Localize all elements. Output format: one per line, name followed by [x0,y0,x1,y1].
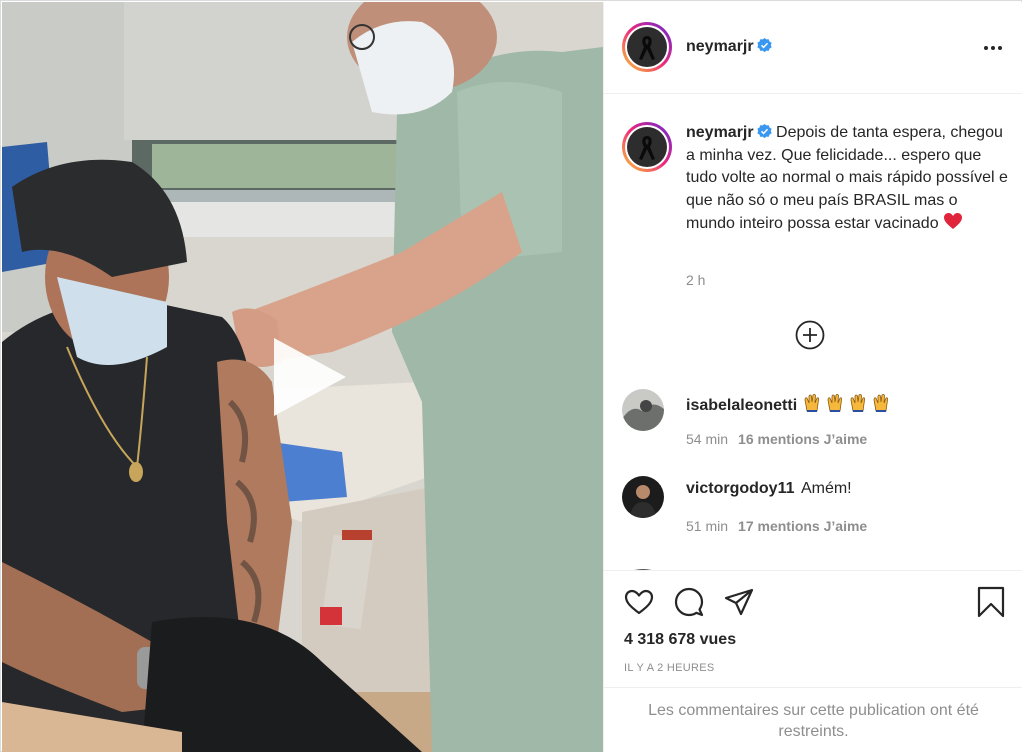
black-ribbon-icon [639,36,655,60]
comment-body: victorgodoy11 Amém! [686,480,1006,498]
play-icon[interactable] [264,332,354,422]
comments-list[interactable]: neymarjr Depois de tanta espera, chegou … [604,94,1022,570]
avatar-photo [622,476,664,518]
heart-icon[interactable] [622,585,656,619]
comment-emojis [804,393,896,414]
author-username-link[interactable]: neymarjr [686,38,772,56]
username[interactable]: neymarjr [686,38,754,55]
post-header: neymarjr [604,2,1022,94]
red-heart-emoji-icon [944,213,963,229]
verified-badge-icon [756,124,772,139]
comments-restricted-notice: Les commentaires sur cette publication o… [604,687,1022,752]
comment-text: Amém! [800,480,852,497]
caption-time[interactable]: 2 h [686,272,705,288]
comment-time[interactable]: 51 min [686,518,728,534]
post-timestamp[interactable]: IL Y A 2 HEURES [624,662,715,674]
comment-icon[interactable] [672,585,706,619]
caption-author-avatar[interactable] [622,122,672,172]
comment-item: isabelaleonetti 54 min 16 mentions J’aime [622,389,1012,459]
comment-meta: 51 min 17 mentions J’aime [686,518,867,534]
comment-likes[interactable]: 16 mentions J’aime [738,431,867,447]
raised-hands-emoji-icon [804,393,889,412]
bookmark-icon[interactable] [974,585,1008,619]
comment-time[interactable]: 54 min [686,431,728,447]
comment-meta: 54 min 16 mentions J’aime [686,431,867,447]
comment-body: isabelaleonetti [686,393,1006,415]
commenter-username[interactable]: isabelaleonetti [686,397,797,414]
caption-username[interactable]: neymarjr [686,124,754,141]
post-dialog: neymarjr neymarjr Depois de tanta espera… [0,0,1022,752]
comment-item: victorgodoy11 Amém! 51 min 17 mentions J’… [622,476,1012,546]
comment-item-partial [622,562,1012,570]
plus-circle-icon[interactable] [794,319,826,351]
avatar-photo [622,389,664,431]
more-horizontal-icon[interactable] [981,38,1005,58]
commenter-avatar[interactable] [622,389,664,431]
post-video[interactable] [2,2,603,752]
caption-text-block: neymarjr Depois de tanta espera, chegou … [686,122,1008,236]
commenter-avatar[interactable] [622,476,664,518]
post-sidebar: neymarjr neymarjr Depois de tanta espera… [603,2,1022,752]
black-ribbon-icon [639,136,655,160]
post-actions: 4 318 678 vues IL Y A 2 HEURES Les comme… [604,570,1022,752]
author-avatar[interactable] [622,22,672,72]
comment-likes[interactable]: 17 mentions J’aime [738,518,867,534]
commenter-username[interactable]: victorgodoy11 [686,480,794,497]
share-icon[interactable] [722,585,756,619]
verified-badge-icon [756,38,772,53]
view-count[interactable]: 4 318 678 vues [624,631,736,649]
